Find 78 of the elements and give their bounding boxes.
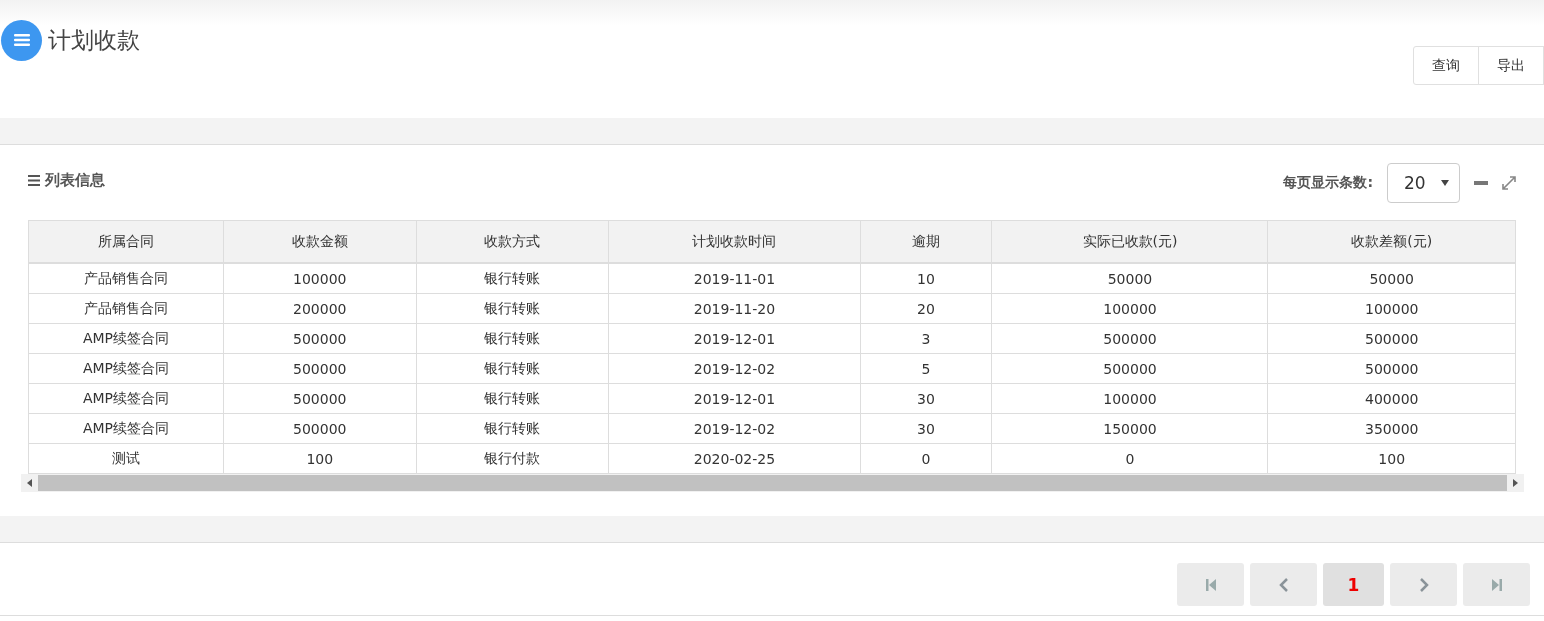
column-header: 收款金额 [223, 220, 417, 263]
table-cell: 500000 [1267, 353, 1516, 384]
last-page-button[interactable] [1463, 563, 1530, 606]
chevron-left-icon [1278, 577, 1289, 592]
table-cell: 银行转账 [416, 263, 609, 294]
scroll-left-arrow-icon[interactable] [27, 479, 32, 487]
table-cell: 银行转账 [416, 323, 609, 354]
table-cell: 500000 [1267, 323, 1516, 354]
next-page-button[interactable] [1390, 563, 1457, 606]
table-cell: 100000 [992, 383, 1268, 414]
table-cell: 100000 [223, 263, 417, 294]
table-cell: 50000 [1267, 263, 1516, 294]
table-cell: 500000 [992, 323, 1268, 354]
table-cell: 500000 [223, 383, 417, 414]
table-cell: 5 [860, 353, 992, 384]
toolbar-button[interactable]: 导出 [1478, 46, 1544, 85]
table-cell: 500000 [223, 353, 417, 384]
column-header: 逾期 [860, 220, 992, 263]
list-icon [28, 174, 40, 186]
table-cell: AMP续签合同 [28, 323, 224, 354]
table-cell: 30 [860, 383, 992, 414]
table-cell: 150000 [992, 413, 1268, 444]
table-cell: AMP续签合同 [28, 413, 224, 444]
table-cell: 0 [860, 443, 992, 474]
column-header: 实际已收款(元) [992, 220, 1268, 263]
table-cell: AMP续签合同 [28, 353, 224, 384]
table-cell: 500000 [223, 323, 417, 354]
table-cell: 200000 [223, 293, 417, 324]
table-cell: 银行转账 [416, 383, 609, 414]
table-cell: 产品销售合同 [28, 293, 224, 324]
column-header: 计划收款时间 [608, 220, 861, 263]
table-cell: 100 [1267, 443, 1516, 474]
table-cell: 500000 [223, 413, 417, 444]
table-cell: 2019-12-02 [608, 413, 861, 444]
table-cell: 银行转账 [416, 413, 609, 444]
chevron-right-icon [1418, 577, 1429, 592]
table-cell: 2020-02-25 [608, 443, 861, 474]
table-cell: 2019-11-01 [608, 263, 861, 294]
menu-icon[interactable] [1, 19, 42, 61]
previous-page-button[interactable] [1250, 563, 1317, 606]
table-cell: 50000 [992, 263, 1268, 294]
table-cell: 2019-12-01 [608, 383, 861, 414]
table-cell: 产品销售合同 [28, 263, 224, 294]
dropdown-caret-icon [1441, 180, 1449, 186]
table-cell: AMP续签合同 [28, 383, 224, 414]
table-cell: 500000 [992, 353, 1268, 384]
skip-last-icon [1490, 577, 1503, 592]
column-header: 收款差额(元) [1267, 220, 1516, 263]
table-cell: 2019-12-01 [608, 323, 861, 354]
table-cell: 20 [860, 293, 992, 324]
table-cell: 10 [860, 263, 992, 294]
table-cell: 2019-12-02 [608, 353, 861, 384]
table-cell: 0 [992, 443, 1268, 474]
panel-title: 列表信息 [45, 170, 105, 190]
column-header: 所属合同 [28, 220, 224, 263]
page-size-select[interactable]: 20 [1387, 163, 1460, 203]
table-cell: 银行付款 [416, 443, 609, 474]
table-cell: 30 [860, 413, 992, 444]
expand-icon[interactable] [1502, 176, 1516, 190]
table-cell: 350000 [1267, 413, 1516, 444]
table-cell: 100000 [1267, 293, 1516, 324]
page-size-label: 每页显示条数: [1283, 174, 1373, 192]
horizontal-scrollbar[interactable] [21, 474, 1524, 492]
page-title: 计划收款 [48, 25, 140, 55]
table-cell: 3 [860, 323, 992, 354]
table-cell: 测试 [28, 443, 224, 474]
column-header: 收款方式 [416, 220, 609, 263]
table-cell: 100000 [992, 293, 1268, 324]
table-cell: 银行转账 [416, 353, 609, 384]
table-cell: 银行转账 [416, 293, 609, 324]
first-page-button[interactable] [1177, 563, 1244, 606]
skip-first-icon [1204, 577, 1217, 592]
toolbar-button[interactable]: 查询 [1413, 46, 1479, 85]
table-cell: 2019-11-20 [608, 293, 861, 324]
table-cell: 100 [223, 443, 417, 474]
minimize-icon[interactable] [1474, 181, 1488, 185]
table-cell: 400000 [1267, 383, 1516, 414]
scroll-right-arrow-icon[interactable] [1513, 479, 1518, 487]
